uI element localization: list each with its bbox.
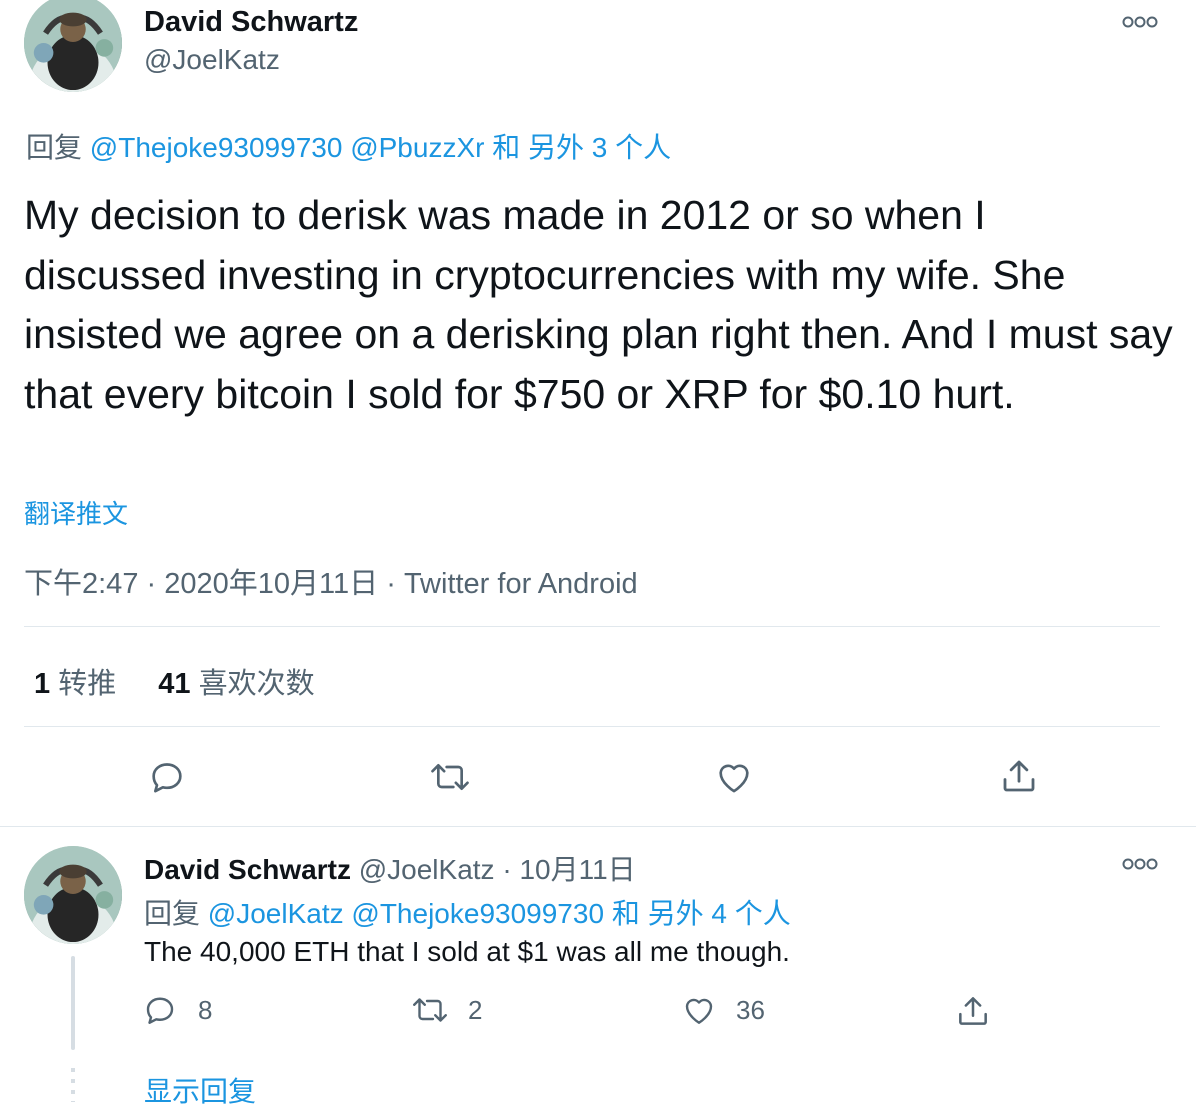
thread-dots — [71, 1068, 75, 1102]
tweet-stats: 1 转推 41 喜欢次数 — [34, 660, 315, 702]
meta-separator: · — [146, 568, 157, 600]
tweet-text: The 40,000 ETH that I sold at $1 was all… — [144, 936, 790, 967]
reply-context: 回复 @Thejoke93099730 @PbuzzXr 和 另外 3 个人 — [26, 126, 671, 166]
reply-mention[interactable]: @Thejoke93099730 — [90, 132, 343, 163]
author-handle[interactable]: @JoelKatz — [359, 854, 495, 885]
likes-stat[interactable]: 41 喜欢次数 — [158, 668, 314, 700]
reply-icon — [142, 992, 178, 1028]
tweet-time[interactable]: 下午2:47 — [24, 568, 138, 600]
avatar[interactable] — [24, 846, 122, 944]
tweet-text: My decision to derisk was made in 2012 o… — [24, 192, 1173, 417]
reply-icon[interactable] — [147, 757, 187, 797]
more-horizontal-icon[interactable] — [1122, 14, 1158, 30]
meta-separator: · — [386, 568, 396, 600]
like-action[interactable]: 36 — [680, 992, 765, 1028]
tweet-date[interactable]: 2020年10月11日 — [164, 568, 378, 600]
retweet-icon — [410, 992, 450, 1028]
retweet-count: 2 — [468, 994, 483, 1025]
reply-and: 和 — [611, 898, 640, 929]
tweet-date[interactable]: 10月11日 — [519, 854, 635, 885]
reply-prefix: 回复 — [26, 132, 83, 163]
retweets-count: 1 — [34, 668, 51, 700]
like-icon — [680, 992, 718, 1028]
divider — [0, 826, 1196, 827]
tweet-meta: 下午2:47 · 2020年10月11日 · Twitter for Andro… — [24, 560, 638, 602]
reply-prefix: 回复 — [144, 898, 201, 929]
translate-link[interactable]: 翻译推文 — [24, 494, 128, 531]
reply-header: David Schwartz @JoelKatz · 10月11日 — [144, 848, 636, 888]
share-icon[interactable] — [954, 992, 992, 1030]
reply-action[interactable]: 8 — [142, 992, 212, 1028]
reply-context: 回复 @JoelKatz @Thejoke93099730 和 另外 4 个人 — [144, 892, 791, 932]
thread-line — [71, 956, 75, 1050]
reply-mention[interactable]: @PbuzzXr — [350, 132, 484, 163]
show-replies-link[interactable]: 显示回复 — [144, 1070, 256, 1110]
avatar[interactable] — [24, 0, 122, 92]
reply-mention[interactable]: @Thejoke93099730 — [351, 898, 604, 929]
retweets-stat[interactable]: 1 转推 — [34, 668, 124, 700]
reply-others-link[interactable]: 另外 3 个人 — [528, 132, 671, 163]
retweet-icon[interactable] — [428, 757, 472, 797]
author-handle[interactable]: @JoelKatz — [144, 44, 280, 76]
likes-label: 喜欢次数 — [198, 668, 315, 700]
author-name[interactable]: David Schwartz — [144, 6, 358, 39]
like-icon[interactable] — [713, 757, 755, 797]
tweet-source[interactable]: Twitter for Android — [404, 568, 638, 600]
reply-count: 8 — [198, 994, 213, 1025]
retweets-label: 转推 — [58, 668, 117, 700]
like-count: 36 — [736, 994, 765, 1025]
reply-others-link[interactable]: 另外 4 个人 — [648, 898, 791, 929]
share-icon[interactable] — [998, 755, 1040, 797]
divider — [24, 626, 1160, 627]
more-horizontal-icon[interactable] — [1122, 856, 1158, 872]
retweet-action[interactable]: 2 — [410, 992, 482, 1028]
likes-count: 41 — [158, 668, 191, 700]
divider — [24, 726, 1160, 727]
reply-mention[interactable]: @JoelKatz — [208, 898, 344, 929]
author-name[interactable]: David Schwartz — [144, 854, 351, 885]
reply-and: 和 — [492, 132, 521, 163]
meta-separator: · — [502, 854, 512, 885]
